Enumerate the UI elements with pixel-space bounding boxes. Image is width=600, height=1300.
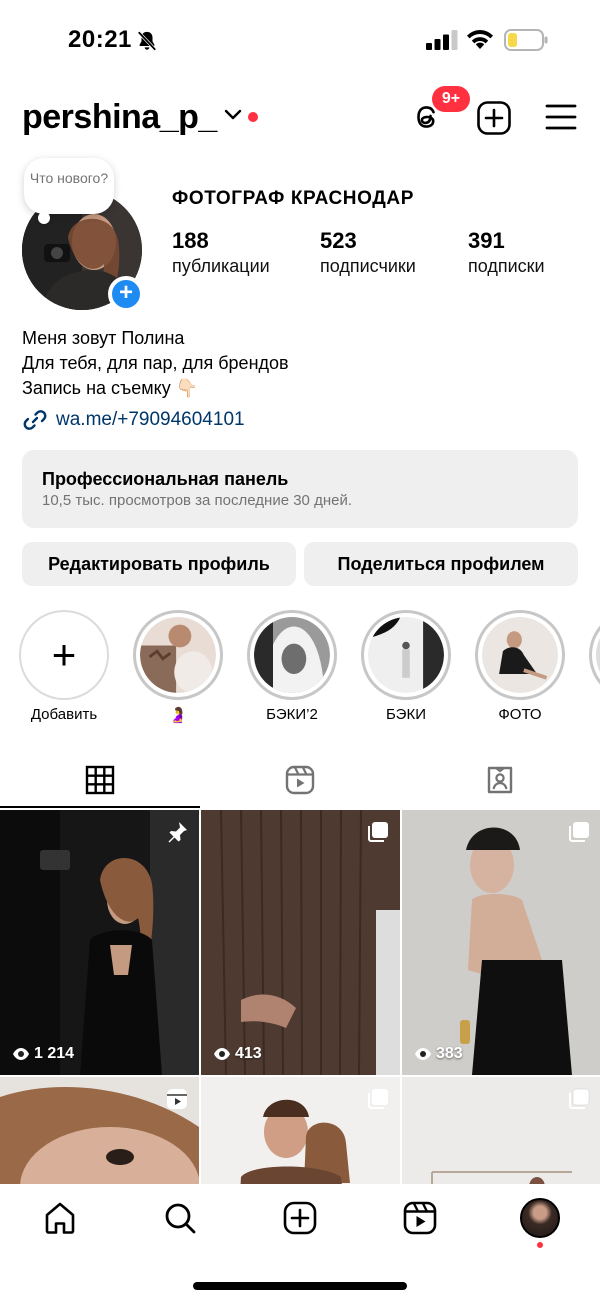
reels-icon (285, 765, 315, 795)
search-icon[interactable] (162, 1200, 198, 1236)
note-bubble[interactable]: Что нового? (24, 158, 114, 224)
stat-value: 188 (172, 228, 209, 253)
home-icon[interactable] (42, 1200, 78, 1236)
eye-icon (13, 1048, 29, 1060)
bio-link[interactable]: wa.me/+79094604101 (22, 406, 245, 434)
stat-posts[interactable]: 188 публикации (172, 228, 270, 278)
views-count: 1 214 (34, 1045, 75, 1062)
highlight-add[interactable]: + Добавить (18, 610, 110, 723)
post-thumbnail[interactable] (201, 1077, 400, 1184)
post-thumbnail[interactable]: 383 (402, 810, 600, 1075)
highlight-item[interactable]: БЭКИ (360, 610, 452, 723)
signal-icon (426, 30, 458, 50)
highlight-item[interactable]: ФОТО (474, 610, 566, 723)
post-thumbnail[interactable] (0, 1077, 199, 1184)
views-count: 383 (436, 1045, 463, 1062)
carousel-icon (569, 1088, 590, 1109)
stat-label: подписки (468, 256, 545, 276)
post-views: 383 (414, 1045, 463, 1063)
chevron-down-icon[interactable] (224, 108, 242, 122)
post-views: 413 (213, 1045, 262, 1063)
post-image (402, 810, 600, 1075)
stat-following[interactable]: 391 подписки (468, 228, 545, 278)
highlight-cover (368, 617, 444, 693)
link-icon (23, 410, 47, 430)
highlight-label: БЭКИ (386, 706, 426, 723)
highlight-label: ФОТО (498, 706, 542, 723)
wifi-icon (467, 30, 493, 49)
professional-dashboard[interactable]: Профессиональная панель 10,5 тыс. просмо… (22, 450, 578, 528)
username-switcher[interactable]: pershina_p_ (22, 98, 217, 137)
bio-line: Меня зовут Полина (22, 328, 185, 348)
battery-icon (504, 29, 548, 51)
stat-value: 391 (468, 228, 505, 253)
menu-icon[interactable] (544, 102, 578, 132)
reels-icon (167, 1089, 187, 1109)
active-tab-indicator (0, 806, 200, 808)
profile-name: ФОТОГРАФ КРАСНОДАР (172, 188, 414, 209)
bio-line: Запись на съемку 👇🏻 (22, 378, 199, 398)
grid-icon (85, 765, 115, 795)
link-text[interactable]: wa.me/+79094604101 (56, 409, 245, 431)
post-views: 1 214 (12, 1045, 74, 1063)
bio-line: Для тебя, для пар, для брендов (22, 353, 289, 373)
post-image (0, 810, 199, 1075)
add-story-button[interactable]: + (108, 276, 144, 312)
eye-icon (415, 1048, 431, 1060)
highlight-item[interactable] (588, 610, 600, 700)
notification-dot (248, 112, 258, 122)
pin-icon (168, 822, 187, 843)
stat-followers[interactable]: 523 подписчики (320, 228, 416, 278)
pro-panel-title: Профессиональная панель (42, 469, 289, 489)
highlight-label: 🤰 (168, 707, 188, 724)
home-indicator[interactable] (193, 1282, 407, 1290)
stat-label: подписчики (320, 256, 416, 276)
eye-icon (214, 1048, 230, 1060)
story-highlights: + Добавить 🤰 БЭКИ’2 БЭКИ ФОТО (0, 610, 600, 730)
highlight-cover (254, 617, 330, 693)
profile-tabs (0, 752, 600, 808)
highlight-cover (482, 617, 558, 693)
bio: Меня зовут Полина Для тебя, для пар, для… (22, 326, 289, 401)
tab-tagged[interactable] (400, 752, 600, 808)
create-icon[interactable] (282, 1200, 318, 1236)
carousel-icon (368, 822, 388, 842)
post-thumbnail[interactable] (402, 1077, 600, 1184)
profile-header: pershina_p_ 9+ (0, 86, 600, 148)
tab-grid[interactable] (0, 752, 200, 808)
tagged-icon (487, 766, 513, 794)
pro-panel-subtitle: 10,5 тыс. просмотров за последние 30 дне… (42, 492, 352, 509)
post-thumbnail[interactable]: 1 214 (0, 810, 199, 1075)
carousel-icon (569, 822, 589, 842)
highlight-label: Добавить (30, 706, 98, 723)
stat-value: 523 (320, 228, 357, 253)
plus-icon: + (19, 610, 109, 700)
edit-profile-button[interactable]: Редактировать профиль (22, 542, 296, 586)
post-thumbnail[interactable]: 413 (201, 810, 400, 1075)
notification-dot (537, 1242, 543, 1248)
status-time: 20:21 (68, 26, 132, 53)
highlight-item[interactable]: БЭКИ’2 (246, 610, 338, 723)
reels-icon[interactable] (402, 1200, 438, 1236)
threads-badge: 9+ (432, 86, 470, 112)
post-image (201, 810, 400, 1075)
bell-off-icon (137, 31, 157, 51)
highlight-label: БЭКИ’2 (266, 706, 318, 723)
highlight-item[interactable]: 🤰 (132, 610, 224, 724)
views-count: 413 (235, 1045, 262, 1062)
highlight-cover (140, 617, 216, 693)
tab-reels[interactable] (200, 752, 400, 808)
stat-label: публикации (172, 256, 270, 276)
posts-grid: 1 214 413 383 (0, 810, 600, 1184)
carousel-icon (368, 1089, 388, 1109)
highlight-cover (596, 617, 600, 693)
status-bar: 20:21 (0, 0, 600, 80)
profile-avatar-nav[interactable] (520, 1198, 560, 1238)
share-profile-button[interactable]: Поделиться профилем (304, 542, 578, 586)
create-icon[interactable] (476, 100, 512, 136)
